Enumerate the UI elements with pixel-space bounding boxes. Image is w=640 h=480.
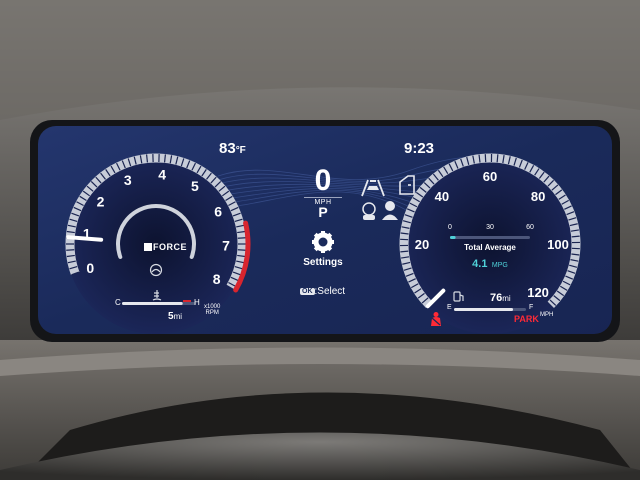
fuel-empty-label: E [447, 304, 452, 311]
speedo-tick-20: 20 [415, 237, 429, 252]
speedo-tick-120: 120 [527, 285, 549, 300]
instrument-cluster: 012345678 20 40 60 80 100 120 83°F 9:23 … [38, 126, 612, 334]
tach-needle [66, 235, 104, 242]
force-logo-mark [144, 243, 152, 251]
speedo-tick-40: 40 [435, 189, 449, 204]
temp-gauge-fill [122, 302, 183, 305]
ok-select-hint: OK:Select [300, 286, 345, 297]
economy-bar-fill [450, 236, 456, 239]
ok-key-badge: OK [300, 288, 315, 295]
fuel-range-unit: mi [502, 294, 511, 303]
tach-tick-3: 3 [124, 172, 132, 188]
clock: 9:23 [404, 140, 435, 157]
temp-hot-mark [183, 300, 191, 302]
fuel-range-value: 76 [490, 292, 503, 304]
settings-gear-icon [312, 231, 334, 253]
economy-scale-30: 30 [486, 224, 494, 231]
tach-tick-5: 5 [191, 178, 199, 194]
speedo-unit-label: MPH [540, 312, 554, 318]
ok-hint-text: :Select [314, 286, 346, 297]
fuel-range: 76mi [490, 292, 511, 304]
temp-hot-label: H [194, 298, 200, 307]
tach-tick-7: 7 [222, 238, 230, 254]
rpm-unit-label: x1000 RPM [204, 304, 221, 316]
force-logo: FORCE [144, 242, 187, 252]
fuel-full-label: F [529, 304, 534, 311]
economy-bar-track [450, 236, 530, 239]
park-brake-indicator: PARK [514, 314, 539, 324]
speedo-tick-60: 60 [483, 169, 497, 184]
economy-scale-0: 0 [448, 224, 452, 231]
tach-tick-0: 0 [86, 260, 94, 276]
temp-cold-label: C [115, 298, 121, 307]
economy-readout: 4.1 MPG [446, 254, 534, 272]
economy-scale-60: 60 [526, 224, 534, 231]
speedo-tick-100: 100 [547, 237, 569, 252]
tach-tick-2: 2 [97, 193, 105, 209]
speed-readout: 0 [314, 164, 332, 197]
settings-menu-item[interactable]: Settings [300, 257, 346, 268]
outside-temperature: 83°F [219, 140, 246, 157]
tach-tick-8: 8 [213, 271, 221, 287]
temperature-value: 83 [219, 140, 236, 157]
tach-tick-4: 4 [158, 166, 166, 182]
speedo-tick-80: 80 [531, 189, 545, 204]
force-logo-text: FORCE [153, 242, 187, 252]
fuel-gauge-fill [454, 308, 514, 311]
tach-tick-6: 6 [214, 204, 222, 220]
trip-distance: 5mi [168, 311, 182, 322]
temperature-unit: °F [235, 145, 246, 156]
trip-distance-unit: mi [173, 312, 183, 321]
economy-label: Total Average [464, 243, 516, 252]
gear-indicator: P [318, 204, 328, 220]
economy-value: 4.1 [472, 258, 488, 270]
economy-unit: MPG [491, 262, 508, 269]
